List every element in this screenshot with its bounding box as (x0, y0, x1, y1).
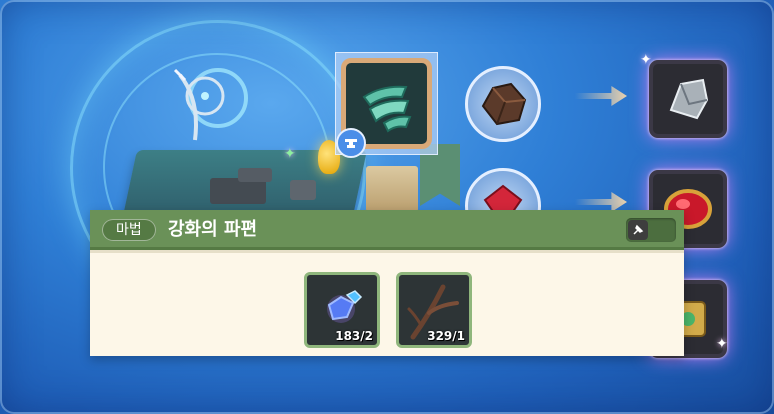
sparkle-icon: ✦ (640, 52, 652, 68)
material-count: 329/1 (427, 329, 465, 343)
sparkle-icon: ✦ (716, 336, 728, 352)
anvil-badge-icon (336, 128, 366, 158)
bench-device (238, 168, 272, 182)
panel-header: 마법 강화의 파편 (90, 210, 684, 250)
category-tag: 마법 (102, 219, 156, 241)
bench-device (290, 180, 316, 200)
dark-ore-icon (481, 82, 527, 126)
recipe-panel: 마법 강화의 파편 183/2 329/1 (90, 210, 684, 356)
material-count: 183/2 (335, 329, 373, 343)
jade-fragment-icon (362, 85, 411, 133)
panel-body: 183/2 329/1 (90, 250, 684, 356)
item-title: 강화의 파편 (168, 219, 258, 240)
result-slot[interactable] (649, 60, 727, 138)
cabinet (366, 166, 418, 214)
sparkle-icon: ✦ (284, 146, 296, 162)
silver-ingot-icon (669, 78, 709, 120)
pin-toggle[interactable] (626, 218, 676, 242)
material-slot-1[interactable]: 183/2 (304, 272, 380, 348)
pin-icon (628, 220, 648, 240)
material-slot-2[interactable]: 329/1 (396, 272, 472, 348)
astrolabe-icon (173, 68, 225, 141)
arrow-right (575, 86, 627, 106)
arrow-right (575, 192, 627, 212)
source-material-slot[interactable] (465, 66, 541, 142)
